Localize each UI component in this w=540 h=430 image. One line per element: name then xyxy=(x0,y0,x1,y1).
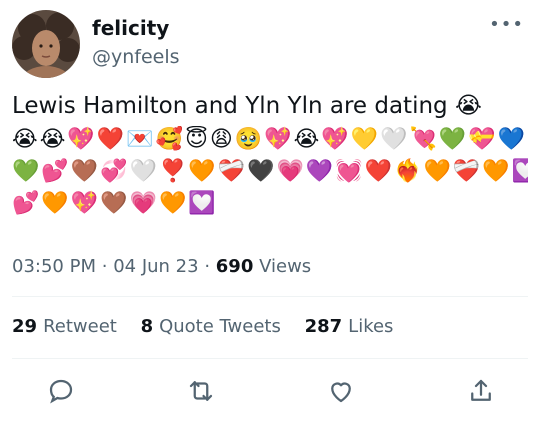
reply-icon[interactable] xyxy=(46,376,76,406)
tweet-header: felicity @ynfeels ••• xyxy=(12,10,528,80)
tweet-stats: 29 Retweet 8 Quote Tweets 287 Likes xyxy=(12,316,411,337)
views-count: 690 xyxy=(215,256,254,277)
quotes-label: Quote Tweets xyxy=(159,316,281,337)
tweet-body: Lewis Hamilton and Yln Yln are dating 😭 … xyxy=(12,92,528,218)
user-handle[interactable]: @ynfeels xyxy=(92,44,180,70)
tweet-text: Lewis Hamilton and Yln Yln are dating xyxy=(12,93,448,119)
tweet-card: felicity @ynfeels ••• Lewis Hamilton and… xyxy=(0,0,540,430)
meta-separator-2: · xyxy=(204,256,211,277)
tweet-time[interactable]: 03:50 PM xyxy=(12,256,96,277)
tweet-text-line: Lewis Hamilton and Yln Yln are dating 😭 xyxy=(12,92,528,120)
quotes-count: 8 xyxy=(140,316,154,337)
more-icon[interactable]: ••• xyxy=(489,16,524,34)
tweet-text-emoji: 😭 xyxy=(454,93,482,119)
like-icon[interactable] xyxy=(326,376,356,406)
likes-stat[interactable]: 287 Likes xyxy=(305,316,394,337)
meta-separator-1: · xyxy=(101,256,108,277)
retweets-count: 29 xyxy=(12,316,38,337)
divider-bottom xyxy=(12,358,528,359)
tweet-actions xyxy=(12,372,528,412)
emoji-row-2: 💚💕🤎💞🤍❣️🧡❤️‍🩹🖤💗💜💓❤️❤️‍🔥🧡❤️‍🩹🧡💟 xyxy=(12,159,528,184)
retweets-label: Retweet xyxy=(43,316,117,337)
divider-top xyxy=(12,296,528,297)
views-label: Views xyxy=(259,256,312,277)
share-icon[interactable] xyxy=(466,376,496,406)
emoji-row-1: 😭😭💖❤️💌🥰😇😩🥹💖😭💖💛🤍💘💚💝💙 xyxy=(12,127,528,152)
retweets-stat[interactable]: 29 Retweet xyxy=(12,316,123,337)
display-name[interactable]: felicity xyxy=(92,16,180,40)
likes-count: 287 xyxy=(304,316,343,337)
tweet-date[interactable]: 04 Jun 23 xyxy=(113,256,198,277)
avatar[interactable] xyxy=(12,10,80,78)
quotes-stat[interactable]: 8 Quote Tweets xyxy=(141,316,287,337)
likes-label: Likes xyxy=(348,316,394,337)
emoji-row-3: 💕🧡💖🤎💗🧡💟 xyxy=(12,191,218,216)
user-names: felicity @ynfeels xyxy=(92,16,180,70)
retweet-icon[interactable] xyxy=(186,376,216,406)
tweet-meta: 03:50 PM · 04 Jun 23 · 690 Views xyxy=(12,256,311,277)
